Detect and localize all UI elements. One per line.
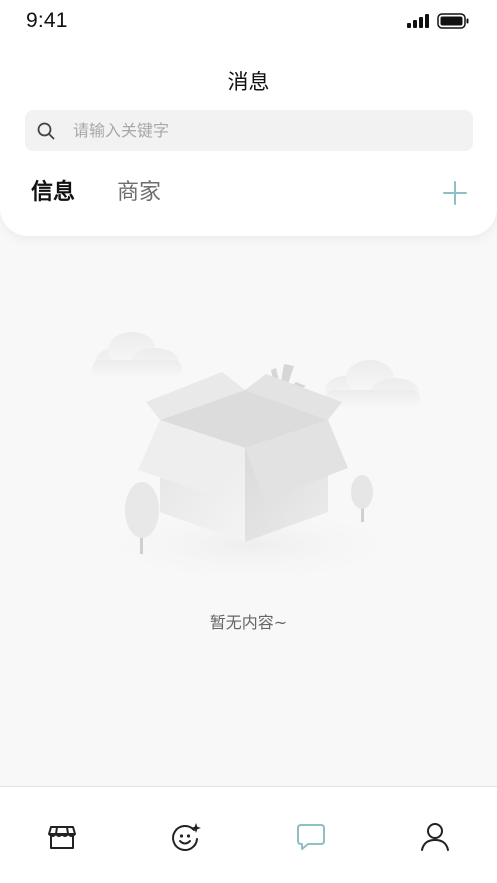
chat-bubble-icon — [296, 824, 325, 850]
add-icon[interactable] — [440, 178, 470, 208]
empty-state-text: 暂无内容~ — [209, 613, 288, 632]
tabbar-item-messages[interactable] — [249, 787, 373, 883]
status-time: 9:41 — [26, 9, 68, 32]
status-icons — [407, 12, 469, 30]
tabbar-item-profile[interactable] — [373, 787, 497, 883]
battery-icon — [437, 13, 469, 29]
message-screen: 9:41 消息 信息 商家 — [0, 0, 497, 883]
search-input[interactable] — [73, 110, 463, 151]
smiley-sparkle-icon — [172, 823, 202, 851]
user-icon — [420, 823, 449, 851]
tabbar-item-discover[interactable] — [124, 787, 248, 883]
store-icon — [48, 826, 77, 849]
bottom-tab-bar — [0, 786, 497, 883]
search-box[interactable] — [25, 110, 473, 151]
tabbar-item-store[interactable] — [0, 787, 124, 883]
search-icon — [37, 122, 55, 140]
tab-merchants[interactable]: 商家 — [117, 178, 161, 208]
tab-messages[interactable]: 信息 — [31, 178, 75, 208]
signal-icon — [407, 14, 429, 28]
page-title: 消息 — [227, 70, 270, 94]
empty-box-illustration — [80, 332, 420, 587]
header-card: 9:41 消息 信息 商家 — [0, 0, 497, 236]
